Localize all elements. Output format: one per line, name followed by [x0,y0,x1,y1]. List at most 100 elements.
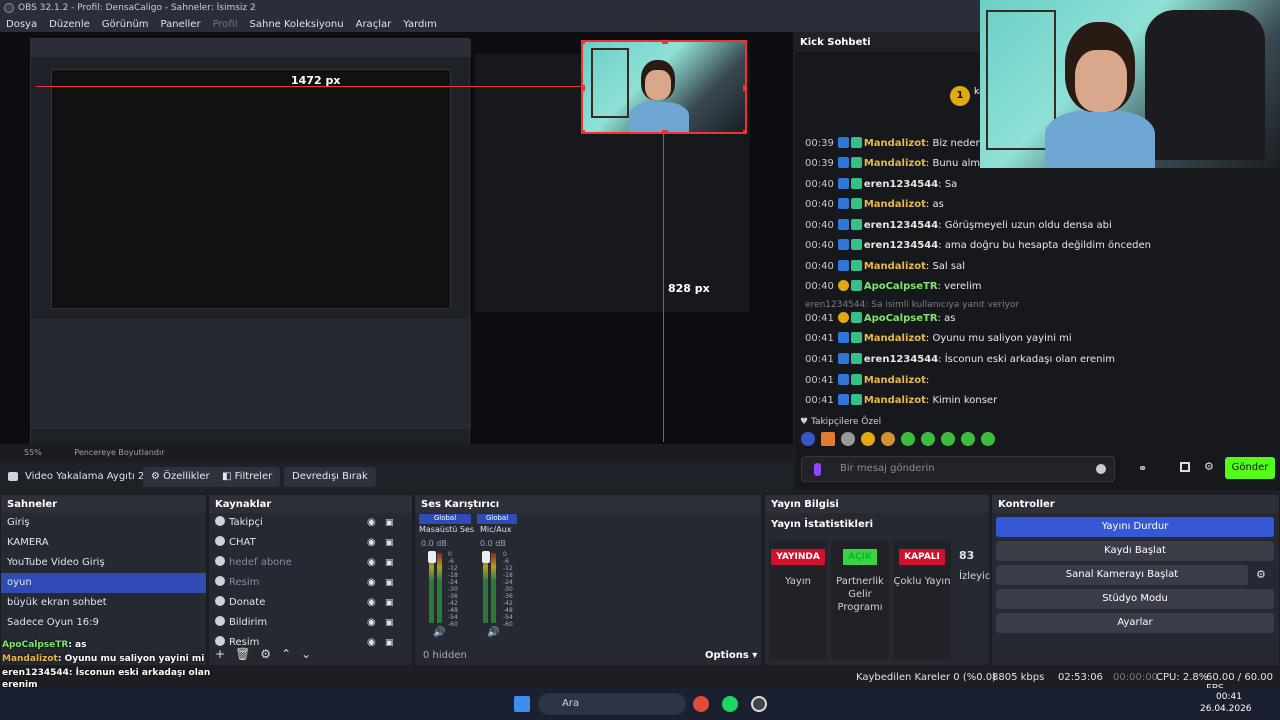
meter-tick: -60 [503,621,513,628]
start-icon[interactable] [514,696,530,712]
mixer-options[interactable]: Options ▾ [705,650,757,661]
source-item[interactable]: Resim ◉ ▣ [209,573,412,593]
emoji-icon[interactable] [1096,464,1106,474]
control-button[interactable]: Yayını Durdur [996,517,1274,537]
lock-icon[interactable]: ▣ [385,613,394,633]
chat-message[interactable]: 00:40 Mandalizot: as [805,198,944,210]
lock-icon[interactable]: ▣ [385,533,394,553]
chat-message[interactable]: 00:41 Mandalizot: [805,374,929,386]
fit-window[interactable]: Pencereye Boyutlandır [74,448,164,457]
scene-item[interactable]: KAMERA [1,533,206,553]
visibility-eye-icon[interactable]: ◉ [367,633,376,653]
control-button[interactable]: Ayarlar [996,613,1274,633]
chat-message[interactable]: 00:41 Mandalizot: Kimin konser [805,394,997,406]
ch2-mute-icon[interactable]: 🔊 [487,627,499,638]
ch1-name[interactable]: Masaüstü Ses [419,525,474,534]
menu-view[interactable]: Görünüm [96,19,155,30]
chat-username[interactable]: Mandalizot [864,199,926,210]
obs-icon[interactable] [751,696,767,712]
source-item[interactable]: Takipçi ◉ ▣ [209,513,412,533]
menu-tools[interactable]: Araçlar [350,19,398,30]
visibility-eye-icon[interactable]: ◉ [367,573,376,593]
ch2-name[interactable]: Mic/Aux [480,525,512,534]
mic-icon[interactable] [814,463,821,476]
hidden-count[interactable]: 0 hidden [423,650,467,661]
spotify-icon[interactable] [722,696,738,712]
visibility-eye-icon[interactable]: ◉ [367,513,376,533]
lock-icon[interactable]: ▣ [385,633,394,653]
chat-username[interactable]: eren1234544 [864,240,938,251]
menu-scene-collection[interactable]: Sahne Koleksiyonu [244,19,350,30]
chat-message[interactable]: 00:40 eren1234544: ama doğru bu hesapta d… [805,239,1151,251]
link-icon[interactable]: ⚭ [1138,462,1147,475]
menu-docks[interactable]: Paneller [155,19,207,30]
chat-message[interactable]: 00:40 Mandalizot: Sal sal [805,260,965,272]
send-button[interactable]: Gönder [1225,457,1275,479]
lock-icon[interactable]: ▣ [385,593,394,613]
move-down-icon[interactable]: ⌄ [301,647,311,661]
source-item[interactable]: Donate ◉ ▣ [209,593,412,613]
menu-file[interactable]: Dosya [0,19,43,30]
ch2-fader[interactable] [482,551,490,563]
scene-item[interactable]: Giriş [1,513,206,533]
add-source-icon[interactable]: + [215,647,225,661]
move-up-icon[interactable]: ⌃ [281,647,291,661]
source-settings-icon[interactable]: ⚙ [260,647,271,661]
preview-canvas[interactable]: 1472 px 828 px [0,32,793,444]
chat-username[interactable]: Mandalizot [864,375,926,386]
taskbar-search[interactable]: Ara [538,693,686,715]
clock-date[interactable]: 26.04.2026 [1200,704,1252,714]
chat-input[interactable]: Bir mesaj gönderin [801,456,1115,482]
chat-username[interactable]: eren1234544 [864,220,938,231]
visibility-eye-icon[interactable]: ◉ [367,613,376,633]
filters-button[interactable]: ◧ Filtreler [214,467,281,487]
store-icon[interactable] [1180,462,1190,472]
lock-icon[interactable]: ▣ [385,553,394,573]
deactivate-button[interactable]: Devredışı Bırak [284,467,376,487]
properties-button[interactable]: ⚙ Özellikler [143,467,218,487]
visibility-eye-icon[interactable]: ◉ [367,593,376,613]
scene-item[interactable]: oyun [1,573,206,593]
menu-profile[interactable]: Profil [207,19,244,30]
chat-username[interactable]: eren1234544 [864,179,938,190]
chat-username[interactable]: ApoCalpseTR [864,313,938,324]
chat-username[interactable]: ApoCalpseTR [864,281,938,292]
chat-message[interactable]: 00:41 eren1234544: İsconun eski arkadaşı … [805,353,1115,365]
source-item[interactable]: hedef abone ◉ ▣ [209,553,412,573]
zoom-level[interactable]: 55% [24,448,42,457]
control-button[interactable]: Stüdyo Modu [996,589,1274,609]
chat-message[interactable]: 00:40 eren1234544: Sa [805,178,957,190]
ch1-fader[interactable] [428,551,436,563]
scene-item[interactable]: büyük ekran sohbet [1,593,206,613]
chat-message[interactable]: 00:40 ApoCalpseTR: verelim [805,280,982,292]
control-button[interactable]: Kaydı Başlat [996,541,1274,561]
chat-username[interactable]: Mandalizot [864,138,926,149]
menu-edit[interactable]: Düzenle [43,19,96,30]
clock-time[interactable]: 00:41 [1216,692,1242,702]
chat-username[interactable]: eren1234544 [864,354,938,365]
chat-username[interactable]: Mandalizot [864,261,926,272]
visibility-eye-icon[interactable]: ◉ [367,533,376,553]
source-item[interactable]: CHAT ◉ ▣ [209,533,412,553]
lock-icon[interactable]: ▣ [385,513,394,533]
lock-icon[interactable]: ▣ [385,573,394,593]
chat-username[interactable]: Mandalizot [864,395,926,406]
settings-gear-icon[interactable]: ⚙ [1204,460,1214,473]
remove-source-icon[interactable]: 🗑 [235,647,250,661]
visibility-eye-icon[interactable]: ◉ [367,553,376,573]
chat-message[interactable]: 00:41 Mandalizot: Oyunu mu saliyon yayini… [805,332,1072,344]
chat-message[interactable]: 00:40 eren1234544: Görüşmeyeli uzun oldu … [805,219,1112,231]
vcam-settings-icon[interactable]: ⚙ [1256,568,1266,581]
chrome-icon[interactable] [693,696,709,712]
source-item[interactable]: Bildirim ◉ ▣ [209,613,412,633]
emote-row[interactable] [801,432,997,446]
selected-webcam-source[interactable] [581,40,747,134]
control-button[interactable]: Sanal Kamerayı Başlat [996,565,1248,585]
chat-username[interactable]: Mandalizot [864,333,926,344]
scene-item[interactable]: Sadece Oyun 16:9 [1,613,206,633]
chat-username[interactable]: Mandalizot [864,158,926,169]
chat-message[interactable]: 00:41 ApoCalpseTR: as [805,312,955,324]
ch1-mute-icon[interactable]: 🔊 [433,627,445,638]
menu-help[interactable]: Yardım [397,19,443,30]
scene-item[interactable]: YouTube Video Giriş [1,553,206,573]
